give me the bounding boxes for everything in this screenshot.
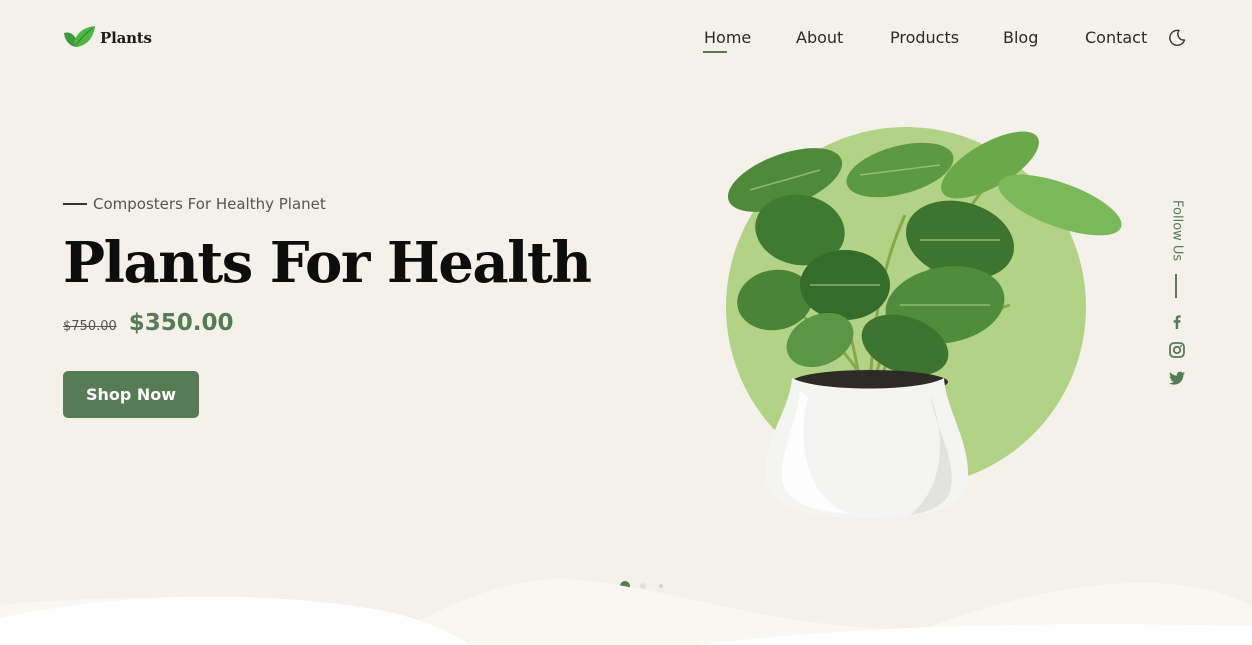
subtitle-text: Composters For Healthy Planet [93,195,326,213]
hero-subtitle: Composters For Healthy Planet [63,195,326,213]
facebook-icon[interactable] [1167,312,1187,332]
nav-item-blog[interactable]: Blog [1003,28,1038,47]
header: Plants Home About Products Blog Contact [0,0,1252,78]
nav-item-home[interactable]: Home [702,28,751,53]
current-price: $350.00 [128,310,234,336]
moon-icon[interactable] [1167,28,1187,48]
price-block: $750.00 $350.00 [63,310,234,336]
follow-divider [1175,274,1177,298]
old-price: $750.00 [63,319,117,334]
nav-item-about[interactable]: About [796,28,843,47]
main-nav: Home About Products Blog Contact [0,28,1252,53]
bottom-waves [0,579,1252,645]
follow-us-label: Follow Us [1169,200,1185,262]
subtitle-rule [63,203,87,205]
instagram-icon[interactable] [1167,340,1187,360]
shop-now-button[interactable]: Shop Now [63,371,199,418]
plant-image [726,127,1122,518]
twitter-icon[interactable] [1167,368,1187,388]
hero-title: Plants For Health [63,230,592,296]
nav-item-contact[interactable]: Contact [1085,28,1147,47]
nav-item-products[interactable]: Products [890,28,959,47]
